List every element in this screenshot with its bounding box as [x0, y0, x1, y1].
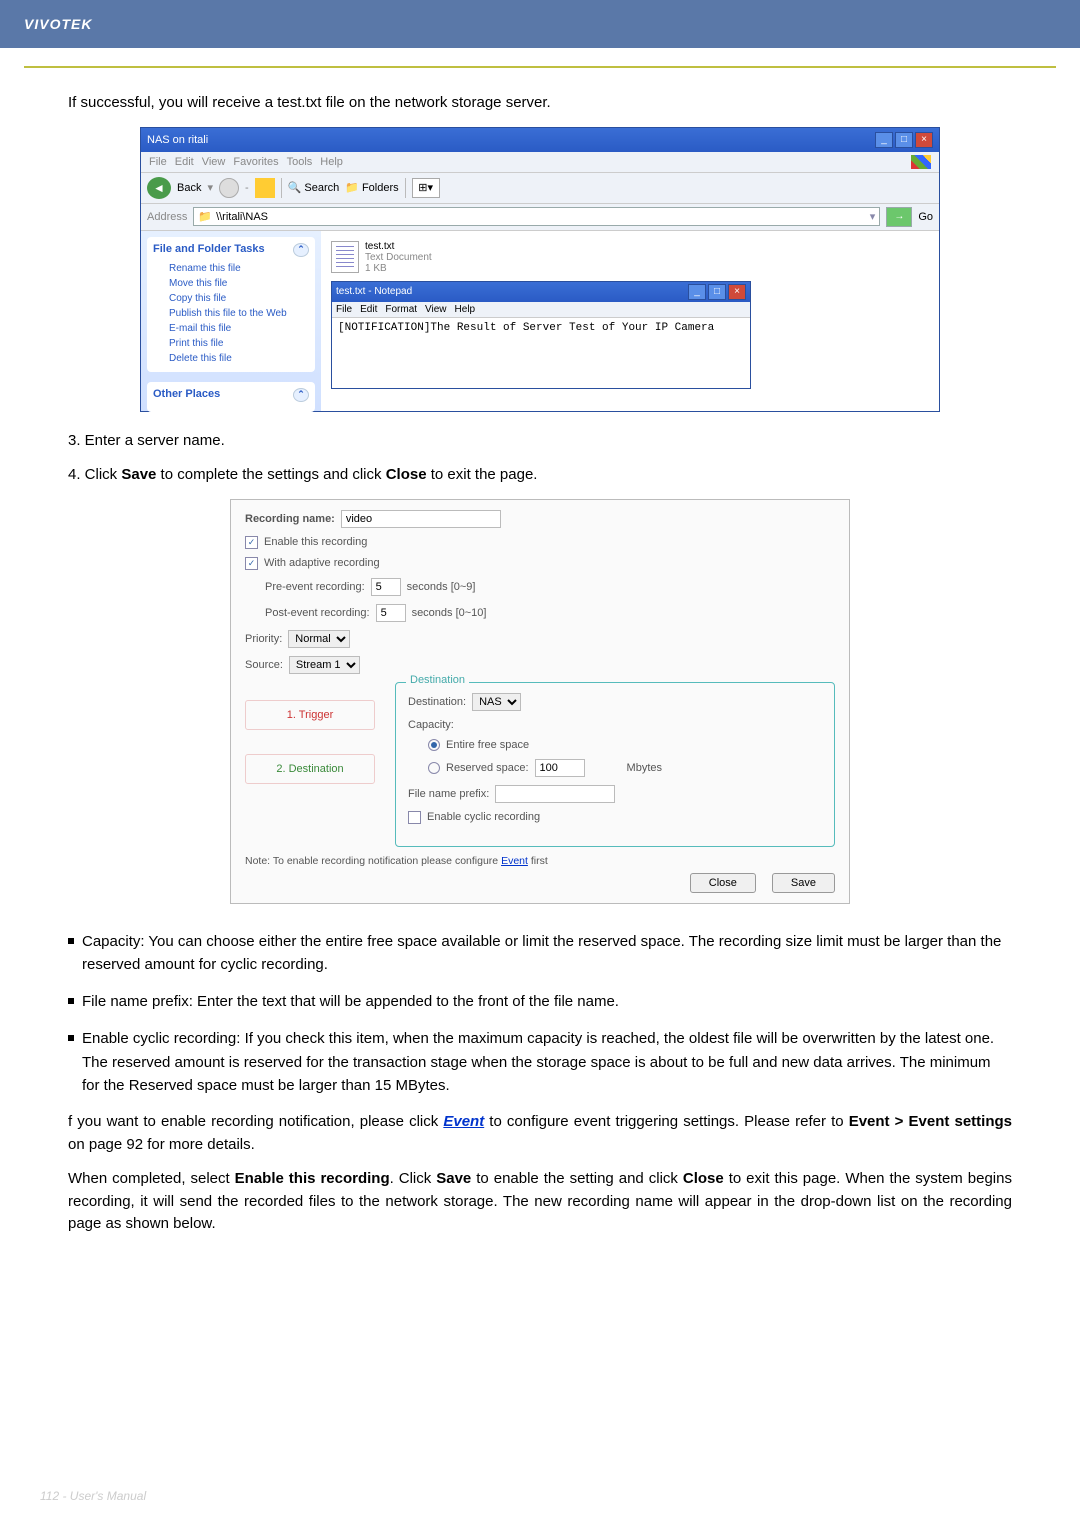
text-file-icon — [331, 241, 359, 273]
bullet-icon — [68, 938, 74, 944]
step4: 4. Click Save to complete the settings a… — [68, 464, 1012, 487]
step3: 3. Enter a server name. — [68, 430, 1012, 453]
go-label: Go — [918, 211, 933, 223]
source-select[interactable]: Stream 1 — [289, 656, 360, 674]
step-trigger[interactable]: 1. Trigger — [245, 700, 375, 730]
email-file[interactable]: E-mail this file — [153, 321, 309, 336]
menu-bar[interactable]: FileEditViewFavoritesToolsHelp — [149, 156, 351, 168]
folders-button[interactable]: 📁Folders — [345, 181, 398, 194]
collapse-icon[interactable]: ⌃ — [293, 388, 309, 402]
enable-recording-checkbox[interactable]: ✓ — [245, 536, 258, 549]
minimize-button[interactable]: _ — [688, 284, 706, 300]
copy-file[interactable]: Copy this file — [153, 291, 309, 306]
event-link[interactable]: Event — [501, 855, 528, 867]
post-event-label: Post-event recording: — [265, 607, 370, 619]
close-button[interactable]: × — [915, 132, 933, 148]
capacity-label: Capacity: — [408, 719, 454, 731]
folder-icon: 📁 — [345, 181, 359, 194]
cyclic-checkbox[interactable] — [408, 811, 421, 824]
cyclic-label: Enable cyclic recording — [427, 811, 540, 823]
entire-label: Entire free space — [446, 739, 529, 751]
source-label: Source: — [245, 659, 283, 671]
windows-flag-icon — [911, 155, 931, 169]
prefix-input[interactable] — [495, 785, 615, 803]
after-para-2: When completed, select Enable this recor… — [68, 1168, 1012, 1236]
event-link[interactable]: Event — [443, 1113, 484, 1130]
explorer-window: NAS on ritali _ □ × FileEditViewFavorite… — [140, 127, 940, 412]
destination-select[interactable]: NAS — [472, 693, 521, 711]
destination-legend: Destination — [406, 674, 469, 686]
post-event-input[interactable] — [376, 604, 406, 622]
views-button[interactable]: ⊞▾ — [412, 178, 440, 198]
intro-text: If successful, you will receive a test.t… — [68, 92, 1012, 115]
bullet-cyclic: Enable cyclic recording: If you check th… — [82, 1027, 1012, 1097]
collapse-icon[interactable]: ⌃ — [293, 243, 309, 257]
note-text: Note: To enable recording notification p… — [245, 855, 501, 867]
up-button[interactable] — [255, 178, 275, 198]
move-file[interactable]: Move this file — [153, 276, 309, 291]
back-label: Back — [177, 182, 201, 194]
notepad-window: test.txt - Notepad _ □ × FileEditFormatV… — [331, 281, 751, 389]
entire-radio[interactable] — [428, 739, 440, 751]
pre-event-hint: seconds [0~9] — [407, 581, 476, 593]
bullet-icon — [68, 998, 74, 1004]
window-title: NAS on ritali — [147, 134, 208, 146]
file-name: test.txt — [365, 241, 432, 252]
prefix-label: File name prefix: — [408, 788, 489, 800]
maximize-button[interactable]: □ — [895, 132, 913, 148]
notepad-title: test.txt - Notepad — [336, 286, 412, 297]
enable-label: Enable this recording — [264, 536, 367, 548]
search-icon: 🔍 — [288, 181, 302, 194]
post-event-hint: seconds [0~10] — [412, 607, 487, 619]
notepad-menu[interactable]: FileEditFormatViewHelp — [332, 302, 750, 318]
rename-file[interactable]: Rename this file — [153, 261, 309, 276]
bullet-icon — [68, 1035, 74, 1041]
destination-label: Destination: — [408, 696, 466, 708]
notepad-body: [NOTIFICATION]The Result of Server Test … — [332, 318, 750, 388]
mbytes-label: Mbytes — [627, 762, 662, 774]
adaptive-checkbox[interactable]: ✓ — [245, 557, 258, 570]
priority-label: Priority: — [245, 633, 282, 645]
reserved-input[interactable] — [535, 759, 585, 777]
reserved-radio[interactable] — [428, 762, 440, 774]
print-file[interactable]: Print this file — [153, 336, 309, 351]
search-button[interactable]: 🔍Search — [288, 181, 340, 194]
folder-icon: 📁 — [198, 210, 212, 223]
address-input[interactable]: 📁 \\ritali\NAS ▾ — [193, 207, 880, 226]
address-label: Address — [147, 211, 187, 223]
recording-name-input[interactable] — [341, 510, 501, 528]
pre-event-label: Pre-event recording: — [265, 581, 365, 593]
back-button[interactable]: ◄ — [147, 177, 171, 199]
bullet-prefix: File name prefix: Enter the text that wi… — [82, 990, 619, 1013]
adaptive-label: With adaptive recording — [264, 557, 380, 569]
file-item[interactable]: test.txt Text Document 1 KB — [331, 241, 929, 274]
bullet-capacity: Capacity: You can choose either the enti… — [82, 930, 1012, 977]
after-para-1: f you want to enable recording notificat… — [68, 1111, 1012, 1156]
publish-file[interactable]: Publish this file to the Web — [153, 306, 309, 321]
forward-button[interactable] — [219, 178, 239, 198]
close-button[interactable]: Close — [690, 873, 756, 893]
priority-select[interactable]: Normal — [288, 630, 350, 648]
minimize-button[interactable]: _ — [875, 132, 893, 148]
step-destination[interactable]: 2. Destination — [245, 754, 375, 784]
brand: VIVOTEK — [24, 16, 92, 32]
close-button[interactable]: × — [728, 284, 746, 300]
recording-name-label: Recording name: — [245, 513, 335, 525]
maximize-button[interactable]: □ — [708, 284, 726, 300]
save-button[interactable]: Save — [772, 873, 835, 893]
delete-file[interactable]: Delete this file — [153, 351, 309, 366]
pre-event-input[interactable] — [371, 578, 401, 596]
file-size: 1 KB — [365, 263, 432, 274]
other-places-title: Other Places — [153, 388, 220, 402]
file-type: Text Document — [365, 252, 432, 263]
page-footer: 112 - User's Manual — [40, 1489, 146, 1503]
tasks-title: File and Folder Tasks — [153, 243, 265, 257]
reserved-label: Reserved space: — [446, 762, 529, 774]
go-button[interactable]: → — [886, 207, 912, 227]
recording-settings-panel: Recording name: ✓ Enable this recording … — [230, 499, 850, 904]
